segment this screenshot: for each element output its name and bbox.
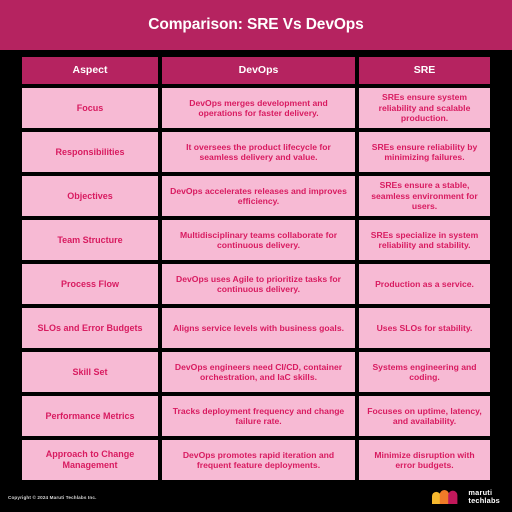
- cell-devops: DevOps uses Agile to prioritize tasks fo…: [162, 264, 355, 304]
- table-row: Approach to Change Management DevOps pro…: [22, 440, 490, 480]
- cell-devops: DevOps accelerates releases and improves…: [162, 176, 355, 216]
- comparison-table: Aspect DevOps SRE Focus DevOps merges de…: [22, 57, 490, 480]
- footer: Copyright © 2024 Maruti Techlabs Inc. ma…: [0, 484, 512, 512]
- table-row: Objectives DevOps accelerates releases a…: [22, 176, 490, 216]
- cell-devops: DevOps promotes rapid iteration and freq…: [162, 440, 355, 480]
- column-header-devops: DevOps: [162, 57, 355, 84]
- cell-sre: SREs ensure reliability by minimizing fa…: [359, 132, 490, 172]
- title-banner: Comparison: SRE Vs DevOps: [0, 0, 512, 50]
- brand-logo-text: maruti techlabs: [468, 489, 500, 504]
- cell-sre: Uses SLOs for stability.: [359, 308, 490, 348]
- cell-aspect: Skill Set: [22, 352, 158, 392]
- cell-aspect: Approach to Change Management: [22, 440, 158, 480]
- comparison-table-container: Aspect DevOps SRE Focus DevOps merges de…: [0, 50, 512, 480]
- table-row: Process Flow DevOps uses Agile to priori…: [22, 264, 490, 304]
- table-header-row: Aspect DevOps SRE: [22, 57, 490, 84]
- cell-sre: Production as a service.: [359, 264, 490, 304]
- cell-aspect: Responsibilities: [22, 132, 158, 172]
- brand-logo: maruti techlabs: [432, 489, 500, 504]
- cell-devops: It oversees the product lifecycle for se…: [162, 132, 355, 172]
- copyright-text: Copyright © 2024 Maruti Techlabs Inc.: [8, 494, 97, 500]
- maruti-arches-icon: [432, 490, 458, 504]
- cell-devops: Aligns service levels with business goal…: [162, 308, 355, 348]
- table-row: SLOs and Error Budgets Aligns service le…: [22, 308, 490, 348]
- cell-devops: DevOps engineers need CI/CD, container o…: [162, 352, 355, 392]
- cell-aspect: Performance Metrics: [22, 396, 158, 436]
- page-title: Comparison: SRE Vs DevOps: [148, 16, 364, 33]
- cell-sre: SREs ensure system reliability and scala…: [359, 88, 490, 128]
- column-header-aspect: Aspect: [22, 57, 158, 84]
- cell-aspect: Team Structure: [22, 220, 158, 260]
- table-row: Team Structure Multidisciplinary teams c…: [22, 220, 490, 260]
- table-row: Performance Metrics Tracks deployment fr…: [22, 396, 490, 436]
- cell-devops: Tracks deployment frequency and change f…: [162, 396, 355, 436]
- brand-name-line2: techlabs: [468, 496, 500, 505]
- table-row: Focus DevOps merges development and oper…: [22, 88, 490, 128]
- table-row: Responsibilities It oversees the product…: [22, 132, 490, 172]
- cell-aspect: Objectives: [22, 176, 158, 216]
- cell-aspect: Process Flow: [22, 264, 158, 304]
- column-header-sre: SRE: [359, 57, 490, 84]
- cell-devops: Multidisciplinary teams collaborate for …: [162, 220, 355, 260]
- cell-sre: SREs specialize in system reliability an…: [359, 220, 490, 260]
- cell-devops: DevOps merges development and operations…: [162, 88, 355, 128]
- cell-aspect: Focus: [22, 88, 158, 128]
- table-row: Skill Set DevOps engineers need CI/CD, c…: [22, 352, 490, 392]
- cell-sre: Focuses on uptime, latency, and availabi…: [359, 396, 490, 436]
- cell-sre: Minimize disruption with error budgets.: [359, 440, 490, 480]
- infographic-page: Comparison: SRE Vs DevOps Aspect DevOps …: [0, 0, 512, 512]
- cell-sre: SREs ensure a stable, seamless environme…: [359, 176, 490, 216]
- cell-aspect: SLOs and Error Budgets: [22, 308, 158, 348]
- cell-sre: Systems engineering and coding.: [359, 352, 490, 392]
